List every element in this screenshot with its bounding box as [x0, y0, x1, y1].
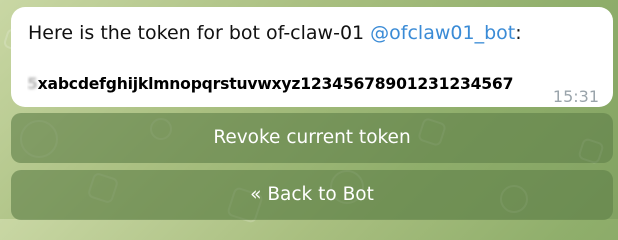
bot-token[interactable]: 5xabcdefghijklmnopqrstuvwxyz123456789012…: [27, 73, 517, 95]
message-text-prefix: Here is the token for bot of-claw-01: [28, 22, 371, 44]
token-body: xabcdefghijklmnopqrstuvwxyz1234567890123…: [37, 75, 503, 93]
message-text-suffix: :: [515, 22, 522, 44]
bot-username-mention[interactable]: @ofclaw01_bot: [370, 22, 515, 44]
bot-message-bubble: Here is the token for bot of-claw-01 @of…: [11, 7, 613, 107]
token-first-char: 5: [27, 75, 38, 93]
message-timestamp: 15:31: [552, 87, 599, 106]
revoke-token-button[interactable]: Revoke current token: [11, 113, 613, 163]
back-to-bot-button[interactable]: « Back to Bot: [11, 170, 613, 220]
message-text: Here is the token for bot of-claw-01 @of…: [28, 21, 522, 45]
token-last-char: 7: [502, 75, 514, 93]
